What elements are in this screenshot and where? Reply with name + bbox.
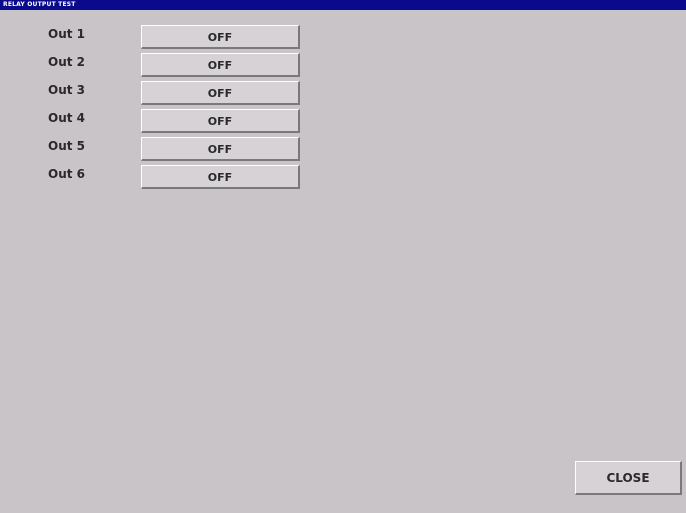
out-6-label: Out 6 <box>48 167 86 181</box>
out-3-toggle-button[interactable]: OFF <box>141 81 300 105</box>
title-bar: RELAY OUTPUT TEST <box>0 0 686 10</box>
out-4-toggle-button[interactable]: OFF <box>141 109 300 133</box>
out-4-label: Out 4 <box>48 111 86 125</box>
out-3-label: Out 3 <box>48 83 86 97</box>
out-1-label: Out 1 <box>48 27 86 41</box>
out-6-toggle-button[interactable]: OFF <box>141 165 300 189</box>
out-2-toggle-button[interactable]: OFF <box>141 53 300 77</box>
out-5-label: Out 5 <box>48 139 86 153</box>
window-title: RELAY OUTPUT TEST <box>3 1 76 8</box>
out-2-label: Out 2 <box>48 55 86 69</box>
out-1-toggle-button[interactable]: OFF <box>141 25 300 49</box>
close-button[interactable]: CLOSE <box>575 461 682 495</box>
out-5-toggle-button[interactable]: OFF <box>141 137 300 161</box>
